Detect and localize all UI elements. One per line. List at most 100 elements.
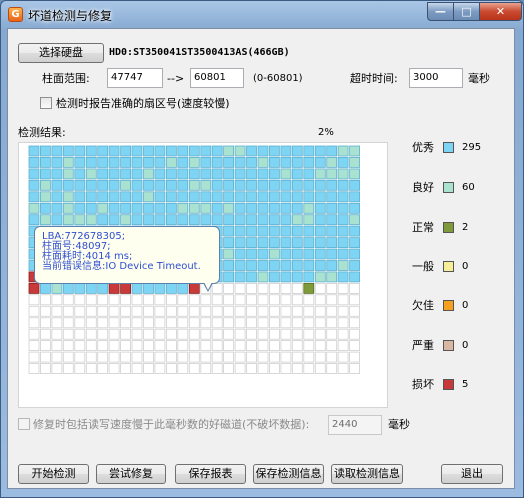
sector-block-excellent[interactable] [223,225,235,237]
sector-block-excellent[interactable] [291,260,303,271]
sector-block-excellent[interactable] [291,156,303,168]
sector-block-excellent[interactable] [314,214,326,226]
sector-block-excellent[interactable] [280,179,292,191]
sector-block-excellent[interactable] [85,202,97,214]
sector-block-excellent[interactable] [188,191,200,203]
sector-block-excellent[interactable] [131,214,143,226]
sector-block-excellent[interactable] [349,179,361,191]
sector-block-excellent[interactable] [280,271,292,283]
sector-block-excellent[interactable] [74,179,86,191]
sector-block-excellent[interactable] [200,214,212,226]
sector-block-good[interactable] [143,191,154,203]
sector-block-excellent[interactable] [303,168,315,180]
sector-block-excellent[interactable] [165,168,177,180]
sector-block-excellent[interactable] [257,145,269,157]
sector-block-excellent[interactable] [314,202,326,214]
report-sector-checkbox[interactable] [40,97,52,109]
sector-block-excellent[interactable] [246,214,257,226]
sector-block-excellent[interactable] [349,271,361,283]
sector-block-good[interactable] [28,202,40,214]
sector-block-good[interactable] [85,168,97,180]
sector-block-excellent[interactable] [51,156,63,168]
sector-block-good[interactable] [337,260,349,271]
sector-block-excellent[interactable] [143,179,154,191]
sector-block-excellent[interactable] [120,191,131,203]
sector-block-excellent[interactable] [349,237,361,248]
sector-block-excellent[interactable] [28,179,40,191]
sector-block-good[interactable] [337,145,349,157]
sector-block-good[interactable] [349,214,361,226]
sector-block-excellent[interactable] [291,237,303,248]
sector-block-excellent[interactable] [108,202,120,214]
repair-threshold-input[interactable]: 2440 [328,415,382,435]
sector-block-good[interactable] [303,214,315,226]
sector-block-excellent[interactable] [97,214,109,226]
sector-block-excellent[interactable] [280,202,292,214]
sector-block-excellent[interactable] [39,156,51,168]
sector-block-good[interactable] [200,202,212,214]
sector-block-good[interactable] [62,156,74,168]
sector-block-excellent[interactable] [246,168,257,180]
sector-block-excellent[interactable] [74,168,86,180]
sector-block-excellent[interactable] [62,179,74,191]
sector-block-excellent[interactable] [74,202,86,214]
sector-block-excellent[interactable] [303,248,315,260]
sector-block-excellent[interactable] [39,202,51,214]
sector-block-excellent[interactable] [257,260,269,271]
sector-block-excellent[interactable] [223,179,235,191]
sector-block-excellent[interactable] [177,282,189,294]
sector-block-excellent[interactable] [223,214,235,226]
sector-block-excellent[interactable] [165,145,177,157]
sector-block-excellent[interactable] [211,191,223,203]
sector-block-good[interactable] [39,214,51,226]
sector-block-excellent[interactable] [51,179,63,191]
sector-block-excellent[interactable] [143,145,154,157]
sector-block-excellent[interactable] [246,271,257,283]
sector-block-excellent[interactable] [268,168,280,180]
sector-block-excellent[interactable] [108,145,120,157]
sector-block-excellent[interactable] [223,191,235,203]
sector-block-excellent[interactable] [337,191,349,203]
sector-block-excellent[interactable] [246,191,257,203]
sector-block-good[interactable] [188,179,200,191]
sector-block-excellent[interactable] [257,202,269,214]
try-repair-button[interactable]: 尝试修复 [96,464,166,484]
sector-block-excellent[interactable] [314,237,326,248]
sector-block-excellent[interactable] [349,202,361,214]
sector-block-good[interactable] [62,191,74,203]
sector-block-excellent[interactable] [349,191,361,203]
sector-block-excellent[interactable] [211,168,223,180]
sector-block-excellent[interactable] [143,156,154,168]
timeout-input[interactable]: 3000 [409,68,463,88]
sector-block-excellent[interactable] [120,145,131,157]
sector-block-excellent[interactable] [85,179,97,191]
start-scan-button[interactable]: 开始检测 [18,464,89,484]
sector-block-good[interactable] [188,202,200,214]
sector-block-excellent[interactable] [326,237,338,248]
sector-block-excellent[interactable] [108,179,120,191]
sector-block-excellent[interactable] [200,168,212,180]
sector-block-excellent[interactable] [154,179,166,191]
sector-block-good[interactable] [326,168,338,180]
sector-block-excellent[interactable] [234,168,246,180]
sector-block-excellent[interactable] [211,145,223,157]
sector-block-good[interactable] [257,156,269,168]
sector-block-good[interactable] [177,202,189,214]
sector-block-excellent[interactable] [314,191,326,203]
sector-block-excellent[interactable] [97,156,109,168]
sector-block-excellent[interactable] [268,237,280,248]
sector-block-excellent[interactable] [108,191,120,203]
sector-block-excellent[interactable] [131,179,143,191]
sector-block-good[interactable] [303,202,315,214]
sector-block-excellent[interactable] [303,225,315,237]
sector-block-excellent[interactable] [74,145,86,157]
sector-block-excellent[interactable] [268,191,280,203]
sector-block-excellent[interactable] [246,260,257,271]
save-report-button[interactable]: 保存报表 [175,464,246,484]
sector-block-good[interactable] [97,202,109,214]
sector-block-excellent[interactable] [337,156,349,168]
sector-block-excellent[interactable] [131,191,143,203]
sector-block-excellent[interactable] [74,282,86,294]
sector-block-excellent[interactable] [291,145,303,157]
sector-block-good[interactable] [223,202,235,214]
